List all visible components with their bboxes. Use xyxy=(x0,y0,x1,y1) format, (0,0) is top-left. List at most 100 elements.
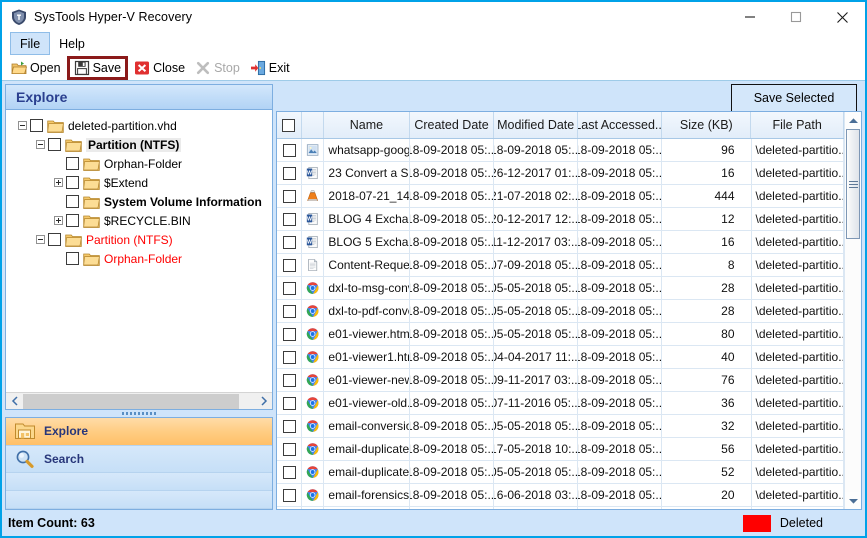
nav-item-search[interactable]: Search xyxy=(6,446,272,474)
row-checkbox[interactable] xyxy=(283,351,296,364)
table-row[interactable]: e01-viewer-new...18-09-2018 05:...09-11-… xyxy=(277,369,844,392)
table-row[interactable]: email-forensics....18-09-2018 05:...16-0… xyxy=(277,484,844,507)
row-checkbox[interactable] xyxy=(283,305,296,318)
toolbar-close-button[interactable]: Close xyxy=(129,57,190,79)
tree-node[interactable]: $Extend xyxy=(6,173,272,192)
scroll-up-icon[interactable] xyxy=(845,112,861,129)
tree-hscroll-thumb[interactable] xyxy=(23,394,239,409)
tree-node[interactable]: Orphan-Folder xyxy=(6,154,272,173)
row-checkbox-cell[interactable] xyxy=(277,438,302,460)
grid-header-file-path[interactable]: File Path xyxy=(751,112,844,138)
chevron-left-icon[interactable] xyxy=(6,393,23,410)
table-row[interactable]: e01-viewer.html18-09-2018 05:...05-05-20… xyxy=(277,323,844,346)
row-checkbox-cell[interactable] xyxy=(277,231,302,253)
menu-item-file[interactable]: File xyxy=(10,32,50,55)
table-row[interactable]: email-duplicate-...18-09-2018 05:...17-0… xyxy=(277,438,844,461)
row-checkbox-cell[interactable] xyxy=(277,162,302,184)
row-checkbox[interactable] xyxy=(283,236,296,249)
grid-header-created-date[interactable]: Created Date xyxy=(410,112,494,138)
grid-header-last-accessed[interactable]: Last Accessed... xyxy=(578,112,662,138)
row-checkbox[interactable] xyxy=(283,190,296,203)
row-checkbox-cell[interactable] xyxy=(277,392,302,414)
table-row[interactable]: dxl-to-pdf-conve...18-09-2018 05:...05-0… xyxy=(277,300,844,323)
table-row[interactable]: 2018-07-21_14-...18-09-2018 05:...21-07-… xyxy=(277,185,844,208)
toolbar-exit-button[interactable]: Exit xyxy=(245,57,295,79)
scroll-down-icon[interactable] xyxy=(845,492,861,509)
row-checkbox-cell[interactable] xyxy=(277,484,302,506)
row-checkbox[interactable] xyxy=(283,328,296,341)
row-checkbox-cell[interactable] xyxy=(277,346,302,368)
grid-header-name[interactable]: Name xyxy=(324,112,410,138)
row-checkbox-cell[interactable] xyxy=(277,185,302,207)
collapse-minus-icon[interactable] xyxy=(32,232,48,248)
chevron-right-icon[interactable] xyxy=(255,393,272,410)
row-checkbox[interactable] xyxy=(283,213,296,226)
toolbar-open-button[interactable]: Open xyxy=(6,57,66,79)
row-checkbox[interactable] xyxy=(283,466,296,479)
tree-node-checkbox[interactable] xyxy=(66,252,79,265)
select-all-checkbox[interactable] xyxy=(282,119,295,132)
table-row[interactable]: email-forensics1...18-09-2018 05:...29-0… xyxy=(277,507,844,509)
tree-hscroll-track[interactable] xyxy=(23,393,255,410)
tree-node[interactable]: $RECYCLE.BIN xyxy=(6,211,272,230)
collapse-minus-icon[interactable] xyxy=(14,118,30,134)
nav-item-explore[interactable]: Explore xyxy=(6,418,272,446)
tree-node-checkbox[interactable] xyxy=(66,157,79,170)
tree-node[interactable]: Partition (NTFS) xyxy=(6,230,272,249)
row-checkbox[interactable] xyxy=(283,397,296,410)
expand-plus-icon[interactable] xyxy=(50,213,66,229)
table-row[interactable]: Content-Reque...18-09-2018 05:...07-09-2… xyxy=(277,254,844,277)
tree-node-checkbox[interactable] xyxy=(66,176,79,189)
tree-node-checkbox[interactable] xyxy=(66,214,79,227)
table-row[interactable]: e01-viewer1.html18-09-2018 05:...04-04-2… xyxy=(277,346,844,369)
tree-node-checkbox[interactable] xyxy=(66,195,79,208)
row-checkbox[interactable] xyxy=(283,282,296,295)
grid-header-size[interactable]: Size (KB) xyxy=(662,112,751,138)
tree-node[interactable]: Partition (NTFS) xyxy=(6,135,272,154)
row-checkbox-cell[interactable] xyxy=(277,208,302,230)
row-checkbox-cell[interactable] xyxy=(277,415,302,437)
row-checkbox-cell[interactable] xyxy=(277,461,302,483)
grid-header-select-all[interactable] xyxy=(277,112,302,138)
collapse-minus-icon[interactable] xyxy=(32,137,48,153)
row-checkbox[interactable] xyxy=(283,167,296,180)
menu-item-help[interactable]: Help xyxy=(50,32,94,55)
row-checkbox-cell[interactable] xyxy=(277,369,302,391)
splitter-grip[interactable] xyxy=(5,410,273,417)
minimize-button[interactable] xyxy=(727,2,773,32)
row-checkbox-cell[interactable] xyxy=(277,507,302,509)
table-row[interactable]: W23 Convert a Si...18-09-2018 05:...26-1… xyxy=(277,162,844,185)
table-row[interactable]: email-conversio...18-09-2018 05:...05-05… xyxy=(277,415,844,438)
row-checkbox-cell[interactable] xyxy=(277,300,302,322)
tree-node[interactable]: System Volume Information xyxy=(6,192,272,211)
row-checkbox-cell[interactable] xyxy=(277,323,302,345)
close-button[interactable] xyxy=(819,2,865,32)
grid-vscroll-track[interactable] xyxy=(845,129,861,492)
table-row[interactable]: WBLOG 4 Excha...18-09-2018 05:...20-12-2… xyxy=(277,208,844,231)
row-checkbox[interactable] xyxy=(283,420,296,433)
row-checkbox[interactable] xyxy=(283,259,296,272)
save-selected-button[interactable]: Save Selected xyxy=(731,84,857,111)
row-checkbox[interactable] xyxy=(283,443,296,456)
tree-node-checkbox[interactable] xyxy=(48,138,61,151)
row-checkbox[interactable] xyxy=(283,489,296,502)
maximize-button[interactable] xyxy=(773,2,819,32)
tree-container[interactable]: deleted-partition.vhd Partition (NTFS) O… xyxy=(5,110,273,410)
table-row[interactable]: whatsapp-googl...18-09-2018 05:...18-09-… xyxy=(277,139,844,162)
table-row[interactable]: e01-viewer-old....18-09-2018 05:...07-11… xyxy=(277,392,844,415)
table-row[interactable]: email-duplicate-...18-09-2018 05:...05-0… xyxy=(277,461,844,484)
grid-header-modified-date[interactable]: Modified Date xyxy=(494,112,578,138)
expand-plus-icon[interactable] xyxy=(50,175,66,191)
toolbar-save-button[interactable]: Save xyxy=(67,56,129,80)
row-checkbox-cell[interactable] xyxy=(277,139,302,161)
table-row[interactable]: dxl-to-msg-conv...18-09-2018 05:...05-05… xyxy=(277,277,844,300)
grid-vscroll-thumb[interactable] xyxy=(846,129,860,239)
row-checkbox[interactable] xyxy=(283,144,296,157)
tree-node-checkbox[interactable] xyxy=(48,233,61,246)
table-row[interactable]: WBLOG 5 Excha...18-09-2018 05:...11-12-2… xyxy=(277,231,844,254)
tree-node[interactable]: deleted-partition.vhd xyxy=(6,116,272,135)
row-checkbox-cell[interactable] xyxy=(277,277,302,299)
grid-vertical-scrollbar[interactable] xyxy=(844,112,861,509)
tree-horizontal-scrollbar[interactable] xyxy=(6,392,272,409)
row-checkbox[interactable] xyxy=(283,374,296,387)
